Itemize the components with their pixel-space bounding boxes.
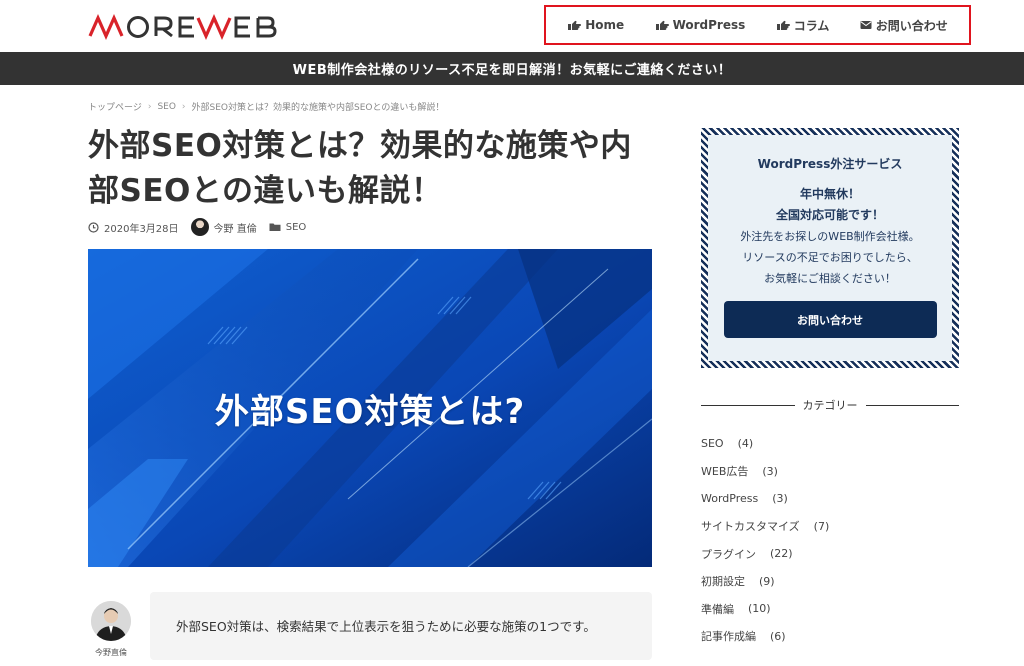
- announcement-bar[interactable]: WEB制作会社様のリソース不足を即日解消！お気軽にご連絡ください！: [0, 52, 1024, 85]
- pointing-hand-icon: [655, 20, 669, 30]
- category-item[interactable]: SEO (4): [701, 430, 829, 458]
- category-item-name: 準備編: [701, 602, 734, 616]
- pointing-hand-icon: [568, 20, 582, 30]
- category-item[interactable]: WordPress (3): [701, 485, 829, 513]
- promo-highlight: 年中無休！: [799, 187, 860, 201]
- category-item[interactable]: 準備編 (10): [701, 595, 829, 623]
- category-item[interactable]: 記事作成編 (6): [701, 623, 829, 651]
- speaker-name: 今野直倫: [95, 648, 127, 657]
- nav-item-home[interactable]: Home: [567, 18, 624, 32]
- category-item-count: (10): [748, 602, 771, 616]
- moreweb-logo: [88, 14, 277, 40]
- pointing-hand-icon: [776, 20, 790, 30]
- post-date-text: 2020年3月28日: [104, 223, 179, 235]
- category-item-count: (3): [762, 464, 778, 478]
- category-item[interactable]: 初期設定 (9): [701, 568, 829, 596]
- speaker-avatar: [91, 601, 131, 641]
- category-item-name: 記事作成編: [701, 630, 756, 644]
- promo-text: 外注先をお探しのWEB制作会社様。: [740, 230, 920, 243]
- page-title: 外部SEO対策とは？効果的な施策や内 部SEOとの違いも解説！: [88, 124, 658, 214]
- speech-text: 外部SEO対策は、検索結果で上位表示を狙うために必要な施策の1つです。: [176, 619, 596, 634]
- category-item-count: (22): [770, 547, 793, 561]
- breadcrumb-separator: ›: [181, 101, 186, 112]
- promo-title: WordPress外注サービス: [757, 157, 903, 171]
- category-item-name: サイトカスタマイズ: [701, 520, 800, 534]
- nav-item-wordpress[interactable]: WordPress: [655, 18, 746, 32]
- promo-box: WordPress外注サービス 年中無休！ 全国対応可能です！ 外注先をお探しの…: [701, 128, 959, 368]
- post-author[interactable]: 今野 直倫: [190, 218, 257, 236]
- contact-button[interactable]: お問い合わせ: [723, 301, 937, 338]
- promo-text: お気軽にご相談ください！: [764, 272, 896, 285]
- category-item-name: SEO: [701, 437, 724, 451]
- category-item[interactable]: WEB広告 (3): [701, 458, 829, 486]
- category-item-name: プラグイン: [701, 547, 756, 561]
- page-title-line: 外部SEO対策とは？効果的な施策や内: [88, 128, 632, 164]
- nav-label: WordPress: [672, 18, 746, 32]
- post-category[interactable]: SEO: [269, 221, 307, 233]
- category-name: SEO: [285, 221, 307, 233]
- category-item[interactable]: プラグイン (22): [701, 540, 829, 568]
- post-date: 2020年3月28日: [88, 220, 179, 235]
- main-nav: Home WordPress コラム お問い合わせ: [544, 5, 971, 45]
- site-header: Home WordPress コラム お問い合わせ: [0, 0, 1024, 52]
- nav-label: Home: [585, 18, 625, 32]
- category-list: SEO (4) WEB広告 (3) WordPress (3) サイトカスタマイズ (7…: [701, 430, 829, 650]
- nav-label: コラム: [793, 18, 830, 33]
- nav-label: お問い合わせ: [875, 18, 948, 33]
- post-meta: 2020年3月28日 今野 直倫 SEO: [88, 218, 318, 236]
- category-item-count: (3): [772, 492, 788, 506]
- author-name: 今野 直倫: [213, 223, 257, 235]
- person-photo: [91, 601, 131, 641]
- category-item[interactable]: サイトカスタマイズ (7): [701, 513, 829, 541]
- category-item-name: WEB広告: [701, 465, 749, 479]
- nav-item-column[interactable]: コラム: [776, 17, 830, 34]
- breadcrumb-separator: ›: [147, 101, 152, 112]
- breadcrumb-category[interactable]: SEO: [157, 102, 175, 112]
- clock-icon: [88, 221, 99, 233]
- breadcrumb: トップページ › SEO › 外部SEO対策とは？効果的な施策や内部SEOとの違…: [88, 100, 445, 114]
- category-item-count: (4): [737, 437, 754, 451]
- hero-heading: 外部SEO対策とは?: [214, 391, 526, 432]
- speech-bubble: 外部SEO対策は、検索結果で上位表示を狙うために必要な施策の1つです。: [150, 592, 652, 660]
- site-logo[interactable]: [88, 12, 298, 42]
- breadcrumb-current: 外部SEO対策とは？効果的な施策や内部SEOとの違いも解説！: [191, 103, 445, 113]
- announcement-text: WEB制作会社様のリソース不足を即日解消！お気軽にご連絡ください！: [292, 63, 732, 78]
- category-item-count: (6): [770, 629, 786, 643]
- category-item-name: WordPress: [701, 492, 759, 506]
- category-item-count: (7): [813, 519, 830, 533]
- promo-highlight: 全国対応可能です！: [775, 208, 884, 222]
- category-item-name: 初期設定: [701, 575, 745, 589]
- promo-content: WordPress外注サービス 年中無休！ 全国対応可能です！ 外注先をお探しの…: [708, 135, 952, 361]
- divider: [865, 404, 959, 406]
- envelope-icon: [860, 21, 872, 29]
- author-avatar: [190, 218, 209, 236]
- divider: [701, 404, 795, 406]
- breadcrumb-home[interactable]: トップページ: [88, 100, 142, 113]
- page-title-line: 部SEOとの違いも解説！: [88, 173, 443, 209]
- promo-text: リソースの不足でお困りでしたら、: [742, 251, 918, 264]
- categories-heading: カテゴリー: [701, 397, 959, 413]
- folder-icon: [269, 223, 281, 231]
- hero-image: 外部SEO対策とは?: [88, 249, 652, 567]
- categories-heading-text: カテゴリー: [802, 399, 858, 412]
- category-item-count: (9): [759, 574, 775, 588]
- nav-item-contact[interactable]: お問い合わせ: [860, 17, 948, 34]
